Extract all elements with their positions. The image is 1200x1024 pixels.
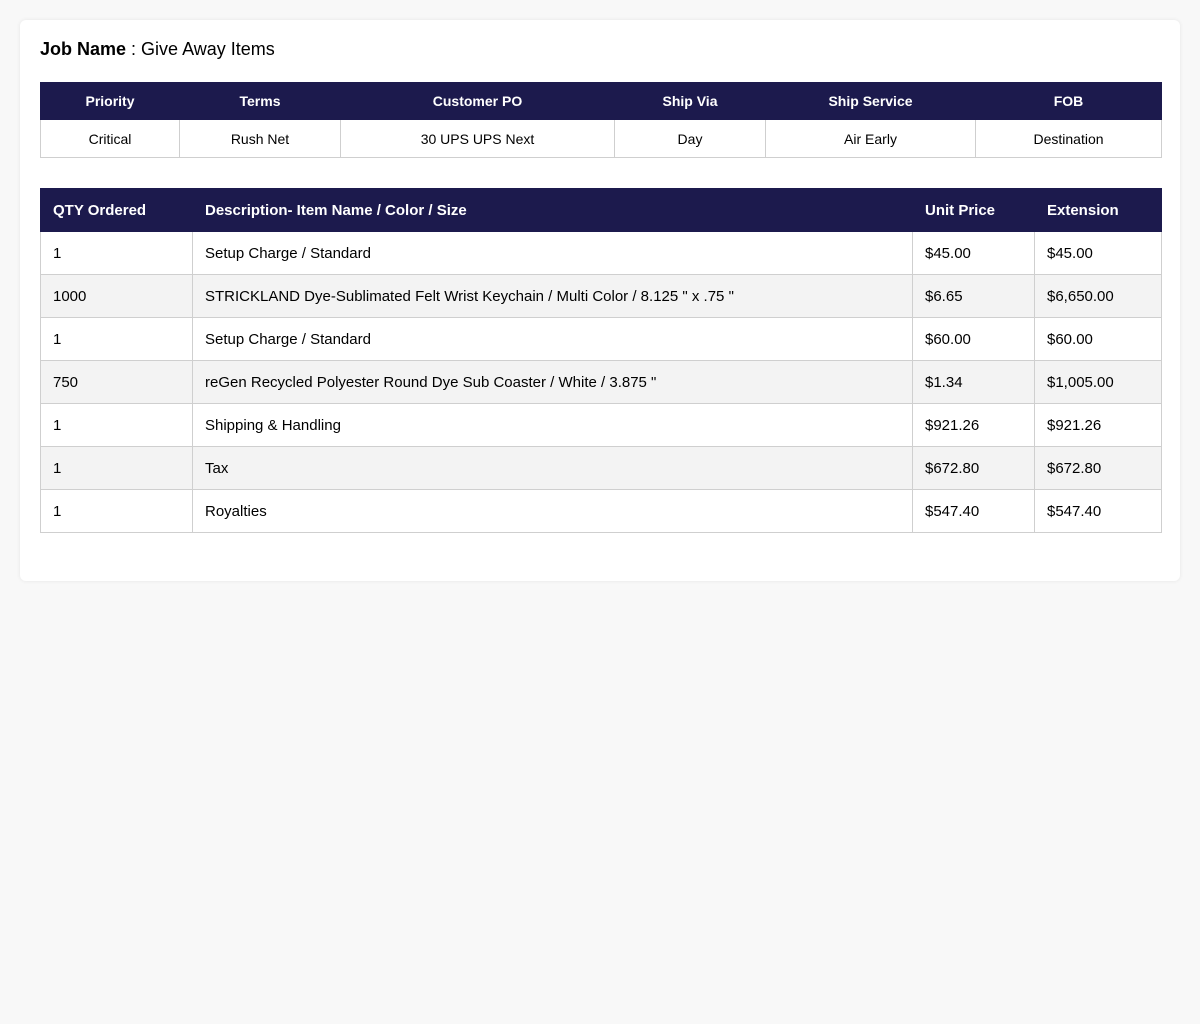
row-qty: 750 [40,360,193,404]
row-qty: 1 [40,489,193,533]
row-unit-price: $921.26 [912,403,1035,447]
info-header-fob: FOB [975,82,1162,120]
row-extension: $6,650.00 [1034,274,1162,318]
row-description: Tax [192,446,913,490]
row-unit-price: $672.80 [912,446,1035,490]
row-extension: $672.80 [1034,446,1162,490]
order-info-header-row: Priority Terms Customer PO Ship Via Ship… [40,82,1162,120]
row-description: Setup Charge / Standard [192,317,913,361]
order-card: Job Name : Give Away Items Priority Term… [20,20,1180,581]
info-value-fob: Destination [975,119,1162,158]
row-unit-price: $6.65 [912,274,1035,318]
row-extension: $921.26 [1034,403,1162,447]
info-header-customer-po: Customer PO [340,82,615,120]
job-name-separator: : [126,39,142,59]
row-extension: $547.40 [1034,489,1162,533]
table-row: 1 Shipping & Handling $921.26 $921.26 [40,403,1162,447]
info-header-terms: Terms [179,82,341,120]
info-value-customer-po: 30 UPS UPS Next [340,119,615,158]
row-qty: 1 [40,446,193,490]
row-qty: 1000 [40,274,193,318]
row-description: Royalties [192,489,913,533]
line-items-table: QTY Ordered Description- Item Name / Col… [40,188,1162,533]
info-value-ship-via: Day [614,119,766,158]
row-unit-price: $45.00 [912,231,1035,275]
table-row: 1 Setup Charge / Standard $60.00 $60.00 [40,317,1162,361]
row-qty: 1 [40,231,193,275]
info-header-ship-service: Ship Service [765,82,976,120]
info-value-priority: Critical [40,119,180,158]
info-value-ship-service: Air Early [765,119,976,158]
info-header-priority: Priority [40,82,180,120]
info-header-ship-via: Ship Via [614,82,766,120]
table-row: 1 Setup Charge / Standard $45.00 $45.00 [40,231,1162,275]
row-description: Setup Charge / Standard [192,231,913,275]
row-qty: 1 [40,317,193,361]
row-qty: 1 [40,403,193,447]
items-header-unit-price: Unit Price [912,188,1035,232]
items-header-description: Description- Item Name / Color / Size [192,188,913,232]
job-name-line: Job Name : Give Away Items [40,38,275,60]
row-description: STRICKLAND Dye-Sublimated Felt Wrist Key… [192,274,913,318]
row-extension: $45.00 [1034,231,1162,275]
job-name-label: Job Name [40,39,127,59]
table-row: 1 Royalties $547.40 $547.40 [40,489,1162,533]
table-row: 1000 STRICKLAND Dye-Sublimated Felt Wris… [40,274,1162,318]
table-row: 750 reGen Recycled Polyester Round Dye S… [40,360,1162,404]
row-extension: $60.00 [1034,317,1162,361]
order-info-table: Priority Terms Customer PO Ship Via Ship… [40,82,1162,158]
row-extension: $1,005.00 [1034,360,1162,404]
line-items-header-row: QTY Ordered Description- Item Name / Col… [40,188,1162,232]
row-description: Shipping & Handling [192,403,913,447]
info-value-terms: Rush Net [179,119,341,158]
items-header-qty: QTY Ordered [40,188,193,232]
items-header-extension: Extension [1034,188,1162,232]
table-row: 1 Tax $672.80 $672.80 [40,446,1162,490]
row-description: reGen Recycled Polyester Round Dye Sub C… [192,360,913,404]
order-info-value-row: Critical Rush Net 30 UPS UPS Next Day Ai… [40,119,1162,158]
row-unit-price: $60.00 [912,317,1035,361]
job-name-value: Give Away Items [141,39,275,59]
row-unit-price: $547.40 [912,489,1035,533]
row-unit-price: $1.34 [912,360,1035,404]
